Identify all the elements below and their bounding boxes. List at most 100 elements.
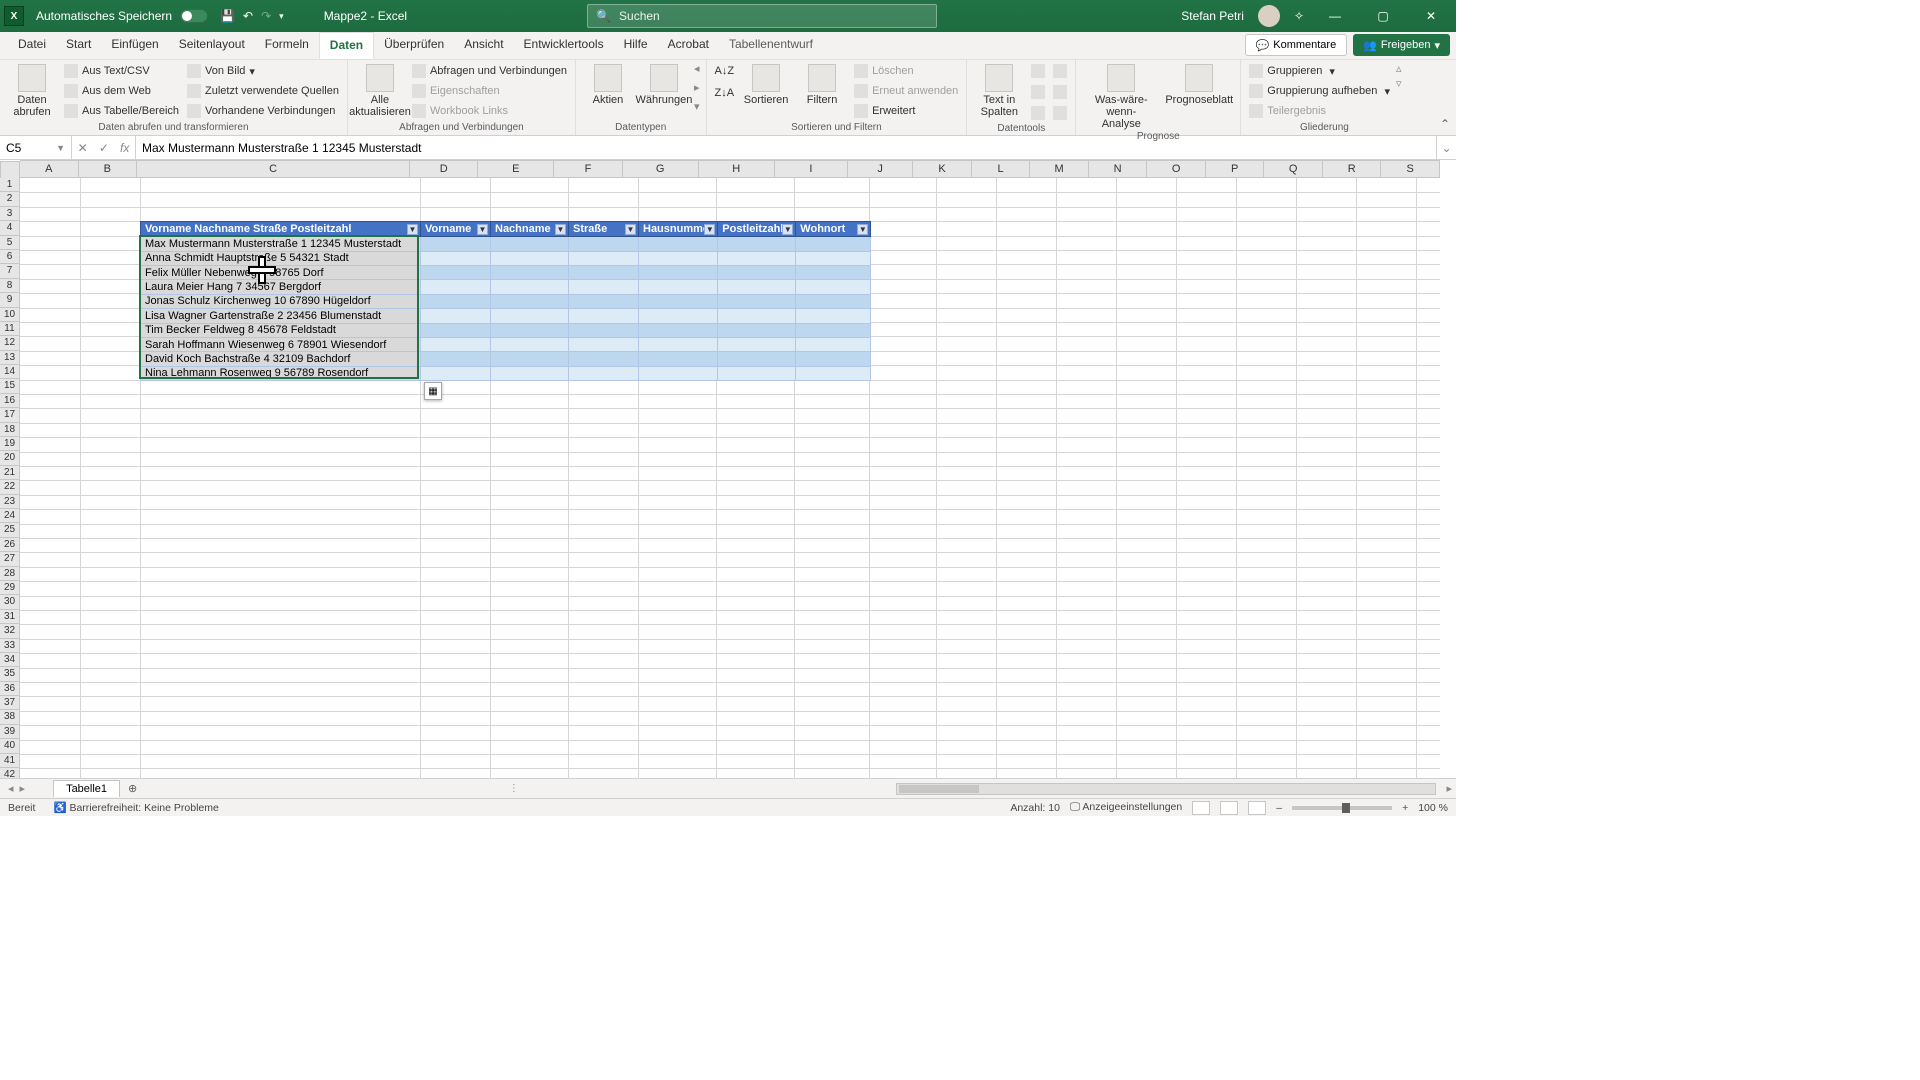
datatype-more-icon[interactable]: ▾ bbox=[694, 100, 700, 113]
display-settings-button[interactable]: 🖵 Anzeigeeinstellungen bbox=[1070, 801, 1182, 814]
zoom-slider[interactable] bbox=[1292, 806, 1392, 810]
cell-empty[interactable] bbox=[718, 265, 796, 279]
table-row[interactable]: David Koch Bachstraße 4 32109 Bachdorf bbox=[141, 352, 871, 366]
row-header-25[interactable]: 25 bbox=[0, 523, 19, 537]
cell-empty[interactable] bbox=[569, 323, 639, 337]
tab-ansicht[interactable]: Ansicht bbox=[454, 32, 513, 59]
name-box[interactable]: C5▼ bbox=[0, 136, 72, 159]
row-header-20[interactable]: 20 bbox=[0, 451, 19, 465]
tab-formeln[interactable]: Formeln bbox=[255, 32, 319, 59]
col-header-D[interactable]: D bbox=[410, 161, 478, 177]
get-data-button[interactable]: Daten abrufen bbox=[6, 62, 58, 118]
col-header-K[interactable]: K bbox=[913, 161, 972, 177]
cell-empty[interactable] bbox=[718, 337, 796, 351]
cell-empty[interactable] bbox=[491, 352, 569, 366]
col-header-H[interactable]: H bbox=[699, 161, 775, 177]
cell-empty[interactable] bbox=[569, 237, 639, 251]
sheet-tab[interactable]: Tabelle1 bbox=[53, 780, 120, 797]
cell-empty[interactable] bbox=[796, 366, 871, 380]
horizontal-scrollbar[interactable] bbox=[896, 783, 1436, 795]
cell-empty[interactable] bbox=[491, 309, 569, 323]
from-text-csv[interactable]: Aus Text/CSV bbox=[62, 62, 181, 80]
table-row[interactable]: Max Mustermann Musterstraße 1 12345 Must… bbox=[141, 237, 871, 251]
table-row[interactable]: Felix Müller Nebenweg 3 98765 Dorf bbox=[141, 265, 871, 279]
filter-dropdown-icon[interactable]: ▼ bbox=[857, 224, 868, 235]
row-header-3[interactable]: 3 bbox=[0, 207, 19, 221]
cell-empty[interactable] bbox=[796, 352, 871, 366]
queries-connections[interactable]: Abfragen und Verbindungen bbox=[410, 62, 569, 80]
cell-empty[interactable] bbox=[639, 294, 718, 308]
cell-empty[interactable] bbox=[796, 237, 871, 251]
qat-more-icon[interactable]: ▾ bbox=[279, 11, 284, 22]
text-to-columns-button[interactable]: Text in Spalten bbox=[973, 62, 1025, 118]
comments-button[interactable]: 💬 Kommentare bbox=[1245, 34, 1348, 56]
row-header-31[interactable]: 31 bbox=[0, 610, 19, 624]
cell-empty[interactable] bbox=[796, 309, 871, 323]
filter-dropdown-icon[interactable]: ▼ bbox=[407, 224, 418, 235]
search-box[interactable]: 🔍 Suchen bbox=[587, 4, 937, 28]
filter-dropdown-icon[interactable]: ▼ bbox=[477, 224, 488, 235]
relationships[interactable] bbox=[1051, 83, 1069, 101]
col-header-R[interactable]: R bbox=[1323, 161, 1382, 177]
cell-data[interactable]: Nina Lehmann Rosenweg 9 56789 Rosendorf bbox=[141, 366, 421, 380]
row-header-10[interactable]: 10 bbox=[0, 308, 19, 322]
zoom-in-button[interactable]: + bbox=[1402, 802, 1408, 814]
col-header-B[interactable]: B bbox=[79, 161, 138, 177]
row-header-9[interactable]: 9 bbox=[0, 293, 19, 307]
forecast-sheet-button[interactable]: Prognoseblatt bbox=[1164, 62, 1234, 106]
row-header-27[interactable]: 27 bbox=[0, 552, 19, 566]
select-all-corner[interactable] bbox=[0, 161, 20, 179]
sort-asc-button[interactable]: A↓Z bbox=[713, 62, 737, 80]
cell-empty[interactable] bbox=[718, 251, 796, 265]
cell-empty[interactable] bbox=[639, 366, 718, 380]
cell-empty[interactable] bbox=[639, 352, 718, 366]
data-table[interactable]: Vorname Nachname Straße Postleitzahl▼Vor… bbox=[140, 221, 871, 381]
currencies-button[interactable]: Währungen bbox=[638, 62, 690, 106]
refresh-all-button[interactable]: Alle aktualisieren bbox=[354, 62, 406, 118]
cell-empty[interactable] bbox=[639, 251, 718, 265]
sort-desc-button[interactable]: Z↓A bbox=[713, 84, 737, 102]
cell-data[interactable]: Sarah Hoffmann Wiesenweg 6 78901 Wiesend… bbox=[141, 337, 421, 351]
cell-empty[interactable] bbox=[569, 294, 639, 308]
row-header-21[interactable]: 21 bbox=[0, 466, 19, 480]
cancel-icon[interactable]: ✕ bbox=[78, 141, 88, 155]
row-header-15[interactable]: 15 bbox=[0, 379, 19, 393]
col-header-L[interactable]: L bbox=[972, 161, 1031, 177]
cell-empty[interactable] bbox=[491, 337, 569, 351]
col-header-J[interactable]: J bbox=[848, 161, 913, 177]
cell-empty[interactable] bbox=[421, 265, 491, 279]
row-header-19[interactable]: 19 bbox=[0, 437, 19, 451]
existing-connections[interactable]: Vorhandene Verbindungen bbox=[185, 102, 341, 120]
cell-empty[interactable] bbox=[569, 280, 639, 294]
zoom-out-button[interactable]: – bbox=[1276, 802, 1282, 814]
recent-sources[interactable]: Zuletzt verwendete Quellen bbox=[185, 82, 341, 100]
cell-empty[interactable] bbox=[491, 294, 569, 308]
remove-duplicates[interactable] bbox=[1029, 83, 1047, 101]
cell-empty[interactable] bbox=[491, 323, 569, 337]
table-header-hausnummer[interactable]: Hausnummer▼ bbox=[639, 222, 718, 237]
quick-analysis-icon[interactable]: ▦ bbox=[424, 382, 442, 400]
col-header-A[interactable]: A bbox=[20, 161, 79, 177]
cell-data[interactable]: David Koch Bachstraße 4 32109 Bachdorf bbox=[141, 352, 421, 366]
row-header-23[interactable]: 23 bbox=[0, 495, 19, 509]
cell-empty[interactable] bbox=[718, 323, 796, 337]
row-header-33[interactable]: 33 bbox=[0, 639, 19, 653]
row-header-7[interactable]: 7 bbox=[0, 264, 19, 278]
table-header-nachname[interactable]: Nachname▼ bbox=[491, 222, 569, 237]
row-header-18[interactable]: 18 bbox=[0, 423, 19, 437]
scroll-right-icon[interactable]: ▸ bbox=[1442, 782, 1456, 795]
cell-empty[interactable] bbox=[569, 352, 639, 366]
from-web[interactable]: Aus dem Web bbox=[62, 82, 181, 100]
cell-empty[interactable] bbox=[569, 265, 639, 279]
row-header-13[interactable]: 13 bbox=[0, 351, 19, 365]
stocks-button[interactable]: Aktien bbox=[582, 62, 634, 106]
table-row[interactable]: Tim Becker Feldweg 8 45678 Feldstadt bbox=[141, 323, 871, 337]
col-header-P[interactable]: P bbox=[1206, 161, 1265, 177]
table-row[interactable]: Nina Lehmann Rosenweg 9 56789 Rosendorf bbox=[141, 366, 871, 380]
flash-fill[interactable] bbox=[1029, 62, 1047, 80]
tab-einfügen[interactable]: Einfügen bbox=[101, 32, 168, 59]
cell-empty[interactable] bbox=[796, 337, 871, 351]
undo-icon[interactable]: ↶ bbox=[243, 9, 253, 23]
tab-daten[interactable]: Daten bbox=[319, 32, 374, 59]
col-header-Q[interactable]: Q bbox=[1264, 161, 1323, 177]
